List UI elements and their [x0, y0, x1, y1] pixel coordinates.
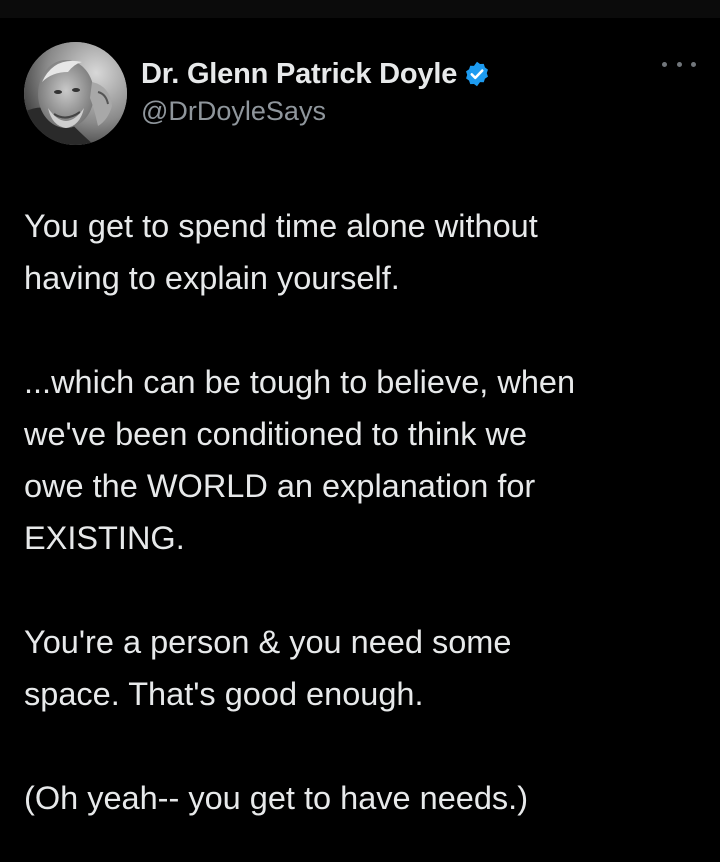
avatar-photo-icon	[24, 42, 127, 145]
tweet-header: Dr. Glenn Patrick Doyle @DrDoyleSays	[24, 42, 696, 146]
tweet-paragraph-4: (Oh yeah-- you get to have needs.)	[24, 780, 529, 816]
author-handle[interactable]: @DrDoyleSays	[141, 96, 491, 127]
author-display-name[interactable]: Dr. Glenn Patrick Doyle	[141, 58, 457, 91]
tweet-card: Dr. Glenn Patrick Doyle @DrDoyleSays You…	[0, 18, 720, 862]
top-edge-strip	[0, 0, 720, 18]
tweet-paragraph-3: You're a person & you need some space. T…	[24, 624, 512, 712]
author-names: Dr. Glenn Patrick Doyle @DrDoyleSays	[141, 56, 491, 127]
more-horizontal-icon	[676, 61, 682, 67]
verified-badge-icon	[463, 60, 491, 88]
avatar[interactable]	[24, 42, 127, 145]
tweet-paragraph-1: You get to spend time alone without havi…	[24, 208, 538, 296]
tweet-paragraph-2: ...which can be tough to believe, when w…	[24, 364, 576, 556]
more-horizontal-icon	[691, 61, 696, 67]
more-options-button[interactable]	[662, 54, 696, 74]
display-name-row: Dr. Glenn Patrick Doyle	[141, 56, 491, 92]
tweet-text: You get to spend time alone without havi…	[24, 200, 696, 824]
more-horizontal-icon	[662, 61, 667, 67]
